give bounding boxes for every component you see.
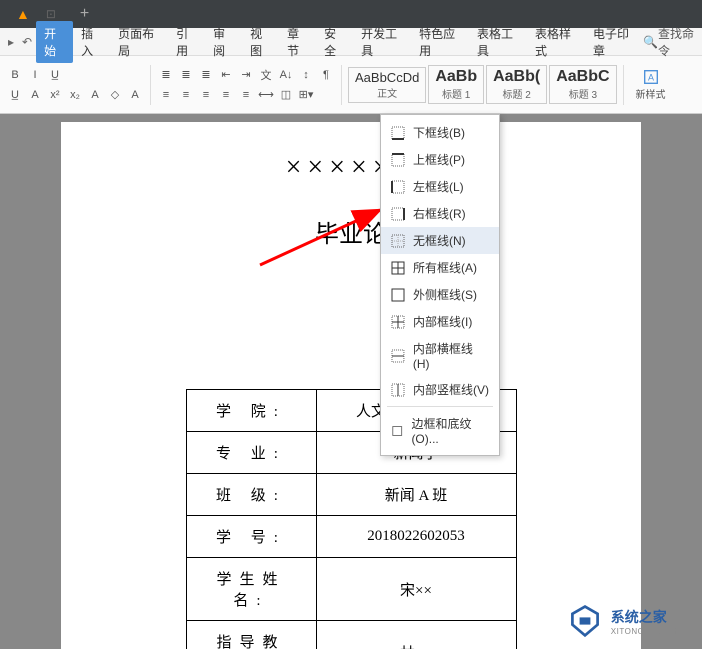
font-effect-button[interactable]: A	[126, 86, 144, 104]
document-page[interactable]: ×××××× 毕业论 学 院:人文社会科学学院 专 业:新闻学 班 级:新闻 A…	[61, 122, 641, 649]
border-dialog-item[interactable]: 边框和底纹(O)...	[381, 410, 499, 451]
text-direction-button[interactable]: 文	[257, 66, 275, 84]
table-row: 指导教师:林××	[186, 621, 516, 649]
indent-right-button[interactable]: ⇥	[237, 66, 255, 84]
watermark: 系统之家 XITONGZHIJIA.NET	[567, 603, 692, 639]
table-row: 学生姓名:宋××	[186, 558, 516, 621]
ribbon-toolbar: B I U̲ U̲ A x² x₂ A ◇ A ≣ ≣ ≣ ⇤ ⇥ 文 A↓ ↕…	[0, 56, 702, 114]
font-color-button[interactable]: A	[26, 86, 44, 104]
distribute-button[interactable]: ≡	[237, 86, 255, 104]
menu-devtools[interactable]: 开发工具	[353, 21, 411, 63]
border-none-icon	[391, 234, 405, 248]
multilevel-button[interactable]: ≣	[197, 66, 215, 84]
border-none-item[interactable]: 无框线(N)	[381, 227, 499, 254]
align-right-button[interactable]: ≡	[197, 86, 215, 104]
shading-button[interactable]: ◫	[277, 86, 295, 104]
menu-chapter[interactable]: 章节	[279, 21, 316, 63]
bold-button[interactable]: B	[6, 66, 24, 84]
align-justify-button[interactable]: ≡	[217, 86, 235, 104]
tab-indicator: ⊡	[46, 7, 56, 21]
border-top-item[interactable]: 上框线(P)	[381, 146, 499, 173]
menu-esignature[interactable]: 电子印章	[585, 21, 643, 63]
app-menu-icon[interactable]: ▸	[8, 35, 14, 49]
document-area: ×××××× 毕业论 学 院:人文社会科学学院 专 业:新闻学 班 级:新闻 A…	[0, 114, 702, 649]
watermark-logo-icon	[567, 603, 603, 639]
align-button[interactable]: A↓	[277, 66, 295, 84]
border-dropdown-button[interactable]: ⊞▾	[297, 86, 315, 104]
menu-table-tools[interactable]: 表格工具	[469, 21, 527, 63]
border-top-icon	[391, 153, 405, 167]
underline-button[interactable]: U̲	[46, 66, 64, 84]
border-right-item[interactable]: 右框线(R)	[381, 200, 499, 227]
border-all-icon	[391, 261, 405, 275]
border-left-icon	[391, 180, 405, 194]
menu-bar: ▸ ↶ 开始 插入 页面布局 引用 审阅 视图 章节 安全 开发工具 特色应用 …	[0, 28, 702, 56]
undo-icon[interactable]: ↶	[22, 35, 32, 49]
menu-view[interactable]: 视图	[242, 21, 279, 63]
border-innerh-item[interactable]: 内部横框线(H)	[381, 335, 499, 376]
new-style-button[interactable]: A 新样式	[630, 68, 672, 101]
border-dropdown-menu: 下框线(B) 上框线(P) 左框线(L) 右框线(R) 无框线(N) 所有框线(…	[380, 114, 500, 456]
search-command[interactable]: 🔍 查找命令	[643, 25, 698, 59]
menu-start[interactable]: 开始	[36, 21, 73, 63]
border-inner-item[interactable]: 内部框线(I)	[381, 308, 499, 335]
border-innerv-item[interactable]: 内部竖框线(V)	[381, 376, 499, 403]
border-innerh-icon	[391, 349, 405, 363]
style-heading2[interactable]: AaBb( 标题 2	[486, 65, 547, 104]
border-bottom-item[interactable]: 下框线(B)	[381, 119, 499, 146]
menu-page-layout[interactable]: 页面布局	[110, 21, 168, 63]
border-bottom-icon	[391, 126, 405, 140]
border-innerv-icon	[391, 383, 405, 397]
svg-text:A: A	[648, 73, 654, 83]
search-icon: 🔍	[643, 35, 658, 49]
highlight-button[interactable]: A	[86, 86, 104, 104]
menu-table-styles[interactable]: 表格样式	[527, 21, 585, 63]
border-all-item[interactable]: 所有框线(A)	[381, 254, 499, 281]
clear-format-button[interactable]: ◇	[106, 86, 124, 104]
doc-subtitle: 毕业论	[81, 214, 621, 249]
number-list-button[interactable]: ≣	[177, 66, 195, 84]
border-left-item[interactable]: 左框线(L)	[381, 173, 499, 200]
watermark-title: 系统之家	[611, 607, 692, 627]
doc-title: ××××××	[81, 152, 621, 184]
indent-left-button[interactable]: ⇤	[217, 66, 235, 84]
line-spacing-button[interactable]: ↕	[297, 66, 315, 84]
italic-button[interactable]: I	[26, 66, 44, 84]
style-heading1[interactable]: AaBb 标题 1	[428, 65, 484, 104]
menu-review[interactable]: 审阅	[205, 21, 242, 63]
table-row: 班 级:新闻 A 班	[186, 474, 516, 516]
dialog-icon	[391, 424, 403, 438]
border-right-icon	[391, 207, 405, 221]
strikethrough-button[interactable]: U̲	[6, 86, 24, 104]
border-outer-icon	[391, 288, 405, 302]
menu-insert[interactable]: 插入	[73, 21, 110, 63]
subscript-button[interactable]: x₂	[66, 86, 84, 104]
menu-reference[interactable]: 引用	[168, 21, 205, 63]
superscript-button[interactable]: x²	[46, 86, 64, 104]
table-row: 学 号:2018022602053	[186, 516, 516, 558]
line-height-button[interactable]: ⟷	[257, 86, 275, 104]
dropdown-separator	[387, 406, 493, 407]
menu-security[interactable]: 安全	[316, 21, 353, 63]
align-center-button[interactable]: ≡	[177, 86, 195, 104]
warning-icon: ▲	[16, 6, 30, 22]
align-left-button[interactable]: ≡	[157, 86, 175, 104]
style-heading3[interactable]: AaBbC 标题 3	[549, 65, 616, 104]
paragraph-button[interactable]: ¶	[317, 66, 335, 84]
watermark-url: XITONGZHIJIA.NET	[611, 627, 692, 636]
border-inner-icon	[391, 315, 405, 329]
border-outer-item[interactable]: 外侧框线(S)	[381, 281, 499, 308]
bullet-list-button[interactable]: ≣	[157, 66, 175, 84]
menu-special[interactable]: 特色应用	[411, 21, 469, 63]
style-normal[interactable]: AaBbCcDd 正文	[348, 67, 426, 103]
